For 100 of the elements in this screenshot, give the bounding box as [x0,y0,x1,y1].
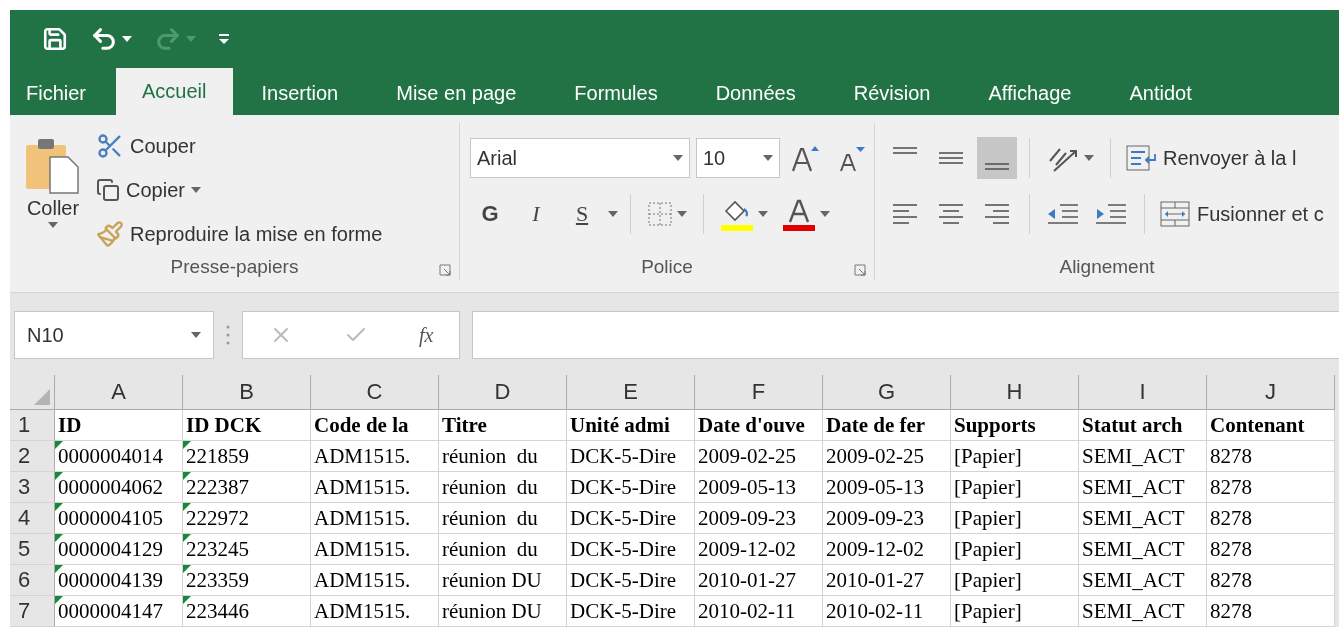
underline-button[interactable]: S [562,194,602,234]
ribbon-tab[interactable]: Formules [545,71,687,115]
table-cell: 222972 [183,503,311,534]
paste-button[interactable]: Coller [20,127,86,254]
group-label: Alignement [1059,256,1155,278]
dropdown-caret-icon [677,211,687,217]
dropdown-caret-icon [190,187,201,193]
table-cell: 8278 [1207,565,1335,596]
corner-triangle-icon [34,389,50,405]
table-cell: ID DCK [183,410,311,441]
align-left-icon [891,201,919,227]
row-header[interactable]: 7 [10,596,55,627]
column-header[interactable]: B [183,375,311,410]
table-cell: 2009-02-25 [695,441,823,472]
table-cell: Contenant [1207,410,1335,441]
column-header[interactable]: H [951,375,1079,410]
table-cell: 2009-12-02 [823,534,951,565]
table-cell: Date d'ouve [695,410,823,441]
column-header[interactable]: E [567,375,695,410]
table-cell: réunion du [439,441,567,472]
ribbon-tab[interactable]: Données [686,71,825,115]
align-center-icon [937,201,965,227]
table-cell: Statut arch [1079,410,1207,441]
dropdown-caret-icon [673,155,683,161]
column-header[interactable]: F [695,375,823,410]
cut-button[interactable]: Couper [94,127,385,165]
merge-center-button[interactable]: Fusionner et c [1157,195,1326,233]
ribbon-tab[interactable]: Fichier [10,71,116,115]
column-header[interactable]: G [823,375,951,410]
row-header[interactable]: 3 [10,472,55,503]
table-cell: 223446 [183,596,311,627]
dropdown-caret-icon [122,36,132,42]
font-size-field[interactable]: 10 [696,138,780,178]
row-header[interactable]: 5 [10,534,55,565]
insert-function-button[interactable]: fx [418,323,434,347]
wrap-text-icon [1125,144,1157,172]
ribbon-tab[interactable]: Insertion [232,71,368,115]
copy-icon [96,178,120,202]
column-header[interactable]: I [1079,375,1207,410]
dropdown-caret-icon [1084,155,1094,161]
formula-input-field[interactable] [472,311,1339,359]
group-label: Police [641,256,693,278]
row-header[interactable]: 4 [10,503,55,534]
table-cell: Supports [951,410,1079,441]
table-cell: 8278 [1207,503,1335,534]
italic-button[interactable]: I [516,194,556,234]
column-header[interactable]: A [55,375,183,410]
ribbon-tab[interactable]: Affichage [959,71,1101,115]
table-cell: réunion DU [439,596,567,627]
table-cell: DCK-5-Dire [567,503,695,534]
table-cell: 2010-01-27 [695,565,823,596]
table-cell: ADM1515. [311,596,439,627]
font-color-icon [782,197,816,231]
row-header[interactable]: 2 [10,441,55,472]
table-cell: DCK-5-Dire [567,596,695,627]
table-cell: 8278 [1207,596,1335,627]
merge-cells-icon [1159,200,1191,228]
table-cell: 2009-09-23 [823,503,951,534]
table-cell: 223245 [183,534,311,565]
table-cell: 8278 [1207,441,1335,472]
table-cell: réunion du [439,472,567,503]
dialog-launcher-icon[interactable] [439,264,451,276]
table-cell: ADM1515. [311,503,439,534]
table-cell: Unité admi [567,410,695,441]
dropdown-caret-icon [820,211,830,217]
dialog-launcher-icon[interactable] [854,264,866,276]
align-bottom-icon [984,162,1010,170]
table-cell: 221859 [183,441,311,472]
table-cell: ID [55,410,183,441]
format-painter-button[interactable]: Reproduire la mise en forme [94,215,385,253]
wrap-text-button[interactable]: Renvoyer à la l [1123,139,1299,177]
table-cell: 0000004129 [55,534,183,565]
table-cell: SEMI_ACT [1079,472,1207,503]
name-box[interactable]: N10 [14,311,214,359]
table-cell: 2009-12-02 [695,534,823,565]
ribbon-tab[interactable]: Mise en page [367,71,546,115]
save-icon [42,26,68,52]
row-header[interactable]: 6 [10,565,55,596]
row-header[interactable]: 1 [10,410,55,441]
dropdown-caret-icon [191,332,201,338]
table-cell: SEMI_ACT [1079,503,1207,534]
redo-arrow-icon [154,25,182,53]
table-cell: ADM1515. [311,534,439,565]
table-cell: ADM1515. [311,565,439,596]
column-header[interactable]: C [311,375,439,410]
table-cell: 2010-01-27 [823,565,951,596]
table-cell: 222387 [183,472,311,503]
font-name-field[interactable]: Arial [470,138,690,178]
table-cell: réunion du [439,503,567,534]
table-cell: SEMI_ACT [1079,534,1207,565]
ribbon-tab[interactable]: Accueil [116,68,233,115]
column-header[interactable]: J [1207,375,1335,410]
table-cell: [Papier] [951,503,1079,534]
group-label: Presse-papiers [170,256,299,278]
ribbon-tab[interactable]: Antidot [1100,71,1221,115]
copy-button[interactable]: Copier [94,171,385,209]
bold-button[interactable]: G [470,194,510,234]
vertical-align-button[interactable] [977,137,1017,179]
column-header[interactable]: D [439,375,567,410]
ribbon-tab[interactable]: Révision [824,71,960,115]
